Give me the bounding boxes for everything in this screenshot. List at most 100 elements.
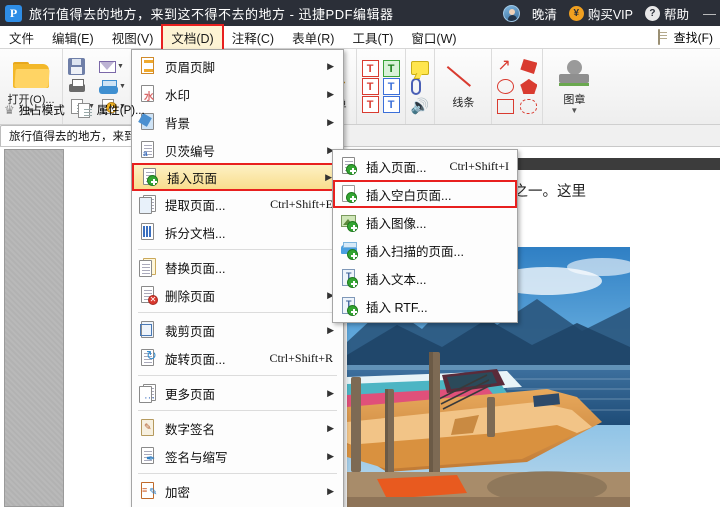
pentagon-icon	[520, 79, 538, 94]
menu-row-signature-initials[interactable]: ✒ 签名与缩写 ▶	[132, 442, 343, 470]
menu-label: 水印	[165, 88, 191, 103]
submenu-row-insert-image[interactable]: 插入图像...	[333, 208, 517, 236]
menu-item-comment[interactable]: 注释(C)	[223, 25, 283, 50]
attachment-button[interactable]	[410, 78, 431, 95]
crop-page-icon	[138, 320, 158, 340]
menu-row-digital-signature[interactable]: ✎ 数字签名 ▶	[132, 414, 343, 442]
find-doc-icon	[657, 29, 671, 45]
menu-label: 贝茨编号	[165, 144, 216, 159]
text-box-button[interactable]: T	[361, 60, 380, 77]
cloud-tool-button[interactable]	[519, 99, 538, 114]
find-label[interactable]: 查找(F)	[674, 29, 713, 46]
submenu-row-insert-page[interactable]: 插入页面... Ctrl+Shift+I	[333, 152, 517, 180]
properties-icon	[75, 101, 93, 119]
exclusive-mode-label[interactable]: 独占模式	[19, 102, 65, 118]
menu-row-crop-page[interactable]: 裁剪页面 ▶	[132, 316, 343, 344]
menu-item-form[interactable]: 表单(R)	[283, 25, 343, 50]
shape-grid: ↗	[496, 57, 538, 116]
menu-row-bates-numbering[interactable]: a 贝茨编号 ▶	[132, 136, 343, 164]
more-pages-icon: ···	[138, 383, 158, 404]
minimize-button[interactable]: —	[703, 6, 716, 21]
rect-tool-button[interactable]	[496, 99, 517, 114]
menu-label: 签名与缩写	[165, 450, 228, 465]
sound-button[interactable]: 🔊	[410, 97, 431, 115]
toolbar-group-shapes: ↗	[492, 49, 544, 124]
buy-vip-label: 购买VIP	[587, 7, 633, 22]
submenu-row-insert-text[interactable]: 插入文本...	[333, 264, 517, 292]
titlebar-actions: 晚清 ¥ 购买VIP ? 帮助 —	[502, 4, 720, 23]
submenu-label: 插入页面...	[366, 160, 427, 175]
menu-row-encrypt[interactable]: ≡ ✎ 加密 ▶	[132, 477, 343, 505]
stamp-label: 图章	[563, 93, 586, 106]
submenu-row-insert-rtf[interactable]: 插入 RTF...	[333, 292, 517, 320]
menu-row-background[interactable]: 背景 ▶	[132, 108, 343, 136]
question-icon: ?	[644, 5, 660, 21]
chevron-down-icon[interactable]: ▼	[570, 106, 578, 114]
circle-tool-button[interactable]	[496, 79, 517, 94]
menu-bar: 文件 编辑(E) 视图(V) 文档(D) 注释(C) 表单(R) 工具(T) 窗…	[0, 23, 720, 51]
text-strike-button[interactable]: T	[361, 78, 380, 95]
menu-label: 数字签名	[165, 422, 216, 437]
help-button[interactable]: ? 帮助	[644, 4, 689, 23]
stamp-button[interactable]: 图章 ▼	[547, 59, 601, 114]
sticky-note-button[interactable]	[410, 60, 431, 75]
menu-row-header-footer[interactable]: 页眉页脚 ▶	[132, 52, 343, 80]
polygon-tool-button[interactable]	[519, 59, 538, 74]
menu-row-more-pages[interactable]: ··· 更多页面 ▶	[132, 379, 343, 407]
save-button[interactable]	[67, 58, 96, 75]
submenu-row-insert-scanned-page[interactable]: 插入扫描的页面...	[333, 236, 517, 264]
toolbar-group-text: T T T T T T	[357, 49, 406, 124]
text-underline-button[interactable]: T	[361, 96, 380, 113]
avatar-icon[interactable]	[502, 4, 520, 22]
menu-item-edit[interactable]: 编辑(E)	[43, 25, 103, 50]
submenu-row-insert-blank-page[interactable]: 插入空白页面...	[333, 180, 517, 208]
menu-row-split-doc[interactable]: 拆分文档...	[132, 218, 343, 246]
buy-vip-button[interactable]: ¥ 购买VIP	[568, 4, 633, 23]
underline-text-button[interactable]: T	[382, 96, 401, 113]
menu-row-extract-page[interactable]: 提取页面... Ctrl+Shift+E	[132, 190, 343, 218]
properties-label[interactable]: 属性(P)...	[97, 102, 145, 118]
menu-separator	[138, 375, 337, 376]
crown-icon: ♛	[4, 103, 15, 117]
menu-label: 裁剪页面	[165, 324, 216, 339]
arrow-tool-button[interactable]: ↗	[496, 57, 517, 76]
scan-icon	[98, 79, 118, 94]
menu-row-watermark[interactable]: 水 水印 ▶	[132, 80, 343, 108]
menu-item-tools[interactable]: 工具(T)	[343, 25, 402, 50]
chevron-down-icon[interactable]: ▼	[119, 83, 126, 90]
line-tool-button[interactable]: 线条	[439, 63, 487, 110]
header-footer-icon	[138, 56, 158, 76]
menu-row-insert-page[interactable]: 插入页面 ▶	[132, 163, 343, 191]
submenu-arrow-icon: ▶	[327, 450, 334, 461]
highlight-text-icon: T	[382, 60, 400, 77]
toolbar-group-annot: 🔊	[406, 49, 436, 124]
thumbnail-panel[interactable]	[4, 149, 64, 507]
strike-text-button[interactable]: T	[382, 78, 401, 95]
mail-button[interactable]: ▼	[98, 60, 127, 73]
scan-button[interactable]: ▼	[98, 79, 127, 94]
menu-item-window[interactable]: 窗口(W)	[402, 25, 465, 50]
menu-item-view[interactable]: 视图(V)	[103, 25, 163, 50]
submenu-shortcut: Ctrl+Shift+I	[449, 158, 509, 173]
rectangle-icon	[497, 99, 515, 114]
highlight-text-button[interactable]: T	[382, 60, 401, 77]
print-button[interactable]	[67, 79, 96, 94]
pentagon-tool-button[interactable]	[519, 79, 538, 94]
yen-icon: ¥	[568, 5, 584, 21]
menu-label: 插入页面	[167, 171, 218, 186]
menu-row-delete-page[interactable]: ✕ 删除页面 ▶	[132, 281, 343, 309]
chevron-down-icon[interactable]: ▼	[117, 63, 124, 70]
menu-item-document[interactable]: 文档(D)	[161, 23, 224, 51]
menu-row-replace-page[interactable]: 替换页面...	[132, 253, 343, 281]
submenu-arrow-icon: ▶	[327, 60, 334, 71]
delete-page-icon: ✕	[138, 285, 158, 305]
submenu-label: 插入文本...	[366, 272, 427, 287]
submenu-arrow-icon: ▶	[327, 485, 334, 496]
menu-item-file[interactable]: 文件	[0, 25, 43, 50]
menu-row-rotate-page[interactable]: ↻ 旋转页面... Ctrl+Shift+R	[132, 344, 343, 372]
user-name-label[interactable]: 晚清	[532, 4, 557, 23]
circle-icon	[497, 79, 515, 94]
document-dropdown-menu: 页眉页脚 ▶ 水 水印 ▶ 背景 ▶ a 贝茨编号 ▶ 插入页面 ▶ 提取页面.…	[131, 49, 344, 507]
menu-label: 旋转页面...	[165, 352, 226, 367]
menu-label: 背景	[165, 116, 191, 131]
